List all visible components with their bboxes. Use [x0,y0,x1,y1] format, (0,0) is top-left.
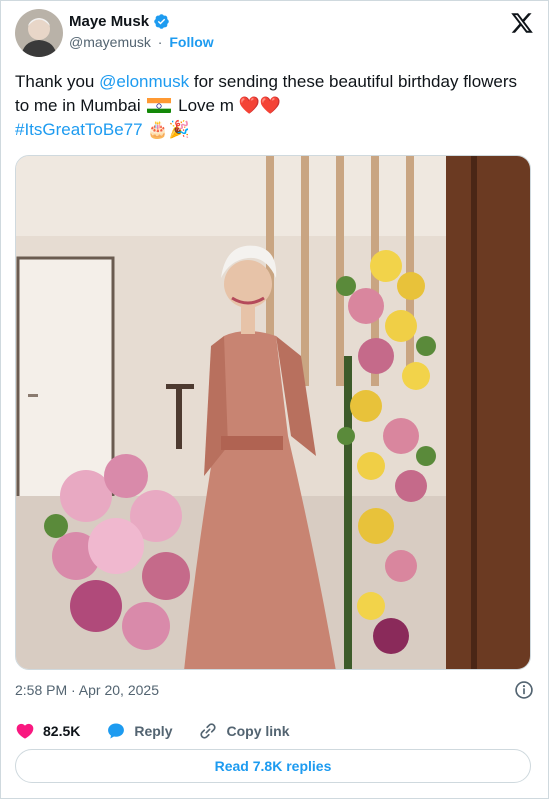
hearts-emoji: ❤️❤️ [238,96,281,115]
link-icon [200,723,217,739]
x-logo-icon[interactable] [510,11,534,35]
tweet-header: Maye Musk @mayemusk · Follow [15,9,534,59]
avatar[interactable] [15,9,63,57]
tweet-text: Thank you @elonmusk for sending these be… [15,70,535,142]
follow-button[interactable]: Follow [169,34,213,50]
like-button[interactable]: 82.5K [15,721,80,741]
verified-badge-icon [153,13,170,30]
tweet-photo[interactable] [15,155,531,670]
hashtag-link[interactable]: #ItsGreatToBe77 [15,120,143,139]
author-block: Maye Musk @mayemusk · Follow [69,13,214,50]
india-flag-icon [147,97,172,113]
mention-link[interactable]: @elonmusk [99,72,189,91]
reply-button[interactable]: Reply [106,721,172,741]
copy-link-label: Copy link [226,723,290,739]
read-replies-button[interactable]: Read 7.8K replies [15,749,531,783]
tweet-card: Maye Musk @mayemusk · Follow Thank you @ [0,0,549,799]
reply-bubble-icon [108,723,125,739]
tweet-text-part: Love m [173,96,239,115]
handle-separator: · [157,34,163,50]
copy-link-button[interactable]: Copy link [198,721,290,741]
info-icon[interactable] [514,680,534,700]
author-handle[interactable]: @mayemusk [69,34,151,50]
tweet-timestamp[interactable]: 2:58 PM · Apr 20, 2025 [15,682,159,698]
reply-label: Reply [134,723,173,739]
author-name[interactable]: Maye Musk [69,13,149,30]
celebration-emoji: 🎂🎉 [147,120,190,139]
tweet-actions: 82.5K Reply Copy link [15,719,316,743]
like-count: 82.5K [43,723,81,739]
heart-icon [16,723,34,739]
tweet-text-part: Thank you [15,72,100,91]
